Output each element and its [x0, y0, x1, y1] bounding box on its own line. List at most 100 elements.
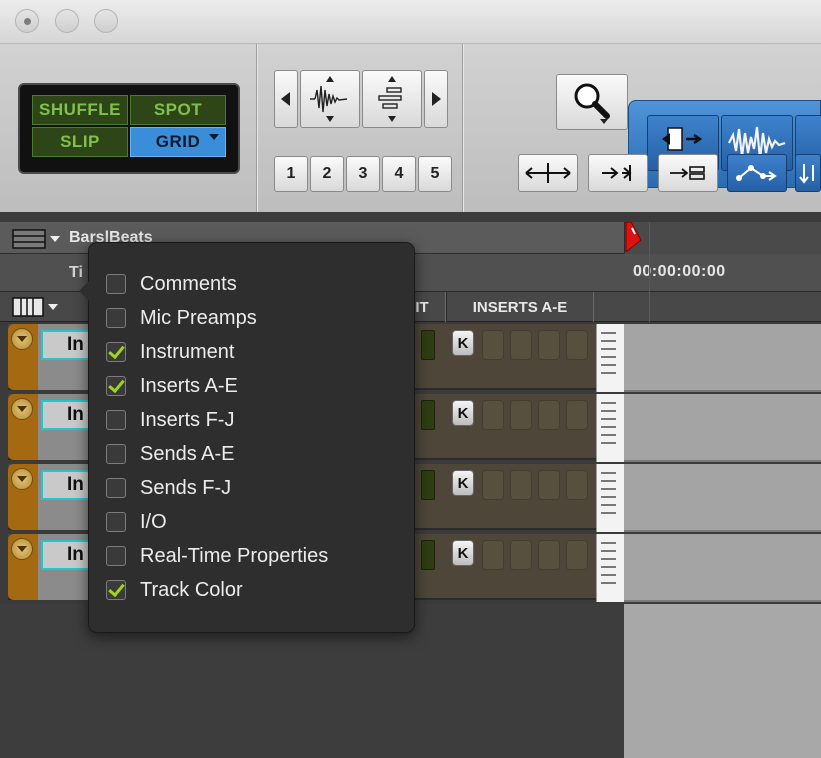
zoomer-tool-button[interactable]: [556, 74, 628, 130]
view-menu-item-sends-a-e[interactable]: Sends A-E: [89, 437, 414, 471]
zoom-forward-button[interactable]: [424, 70, 448, 128]
checkbox-icon[interactable]: [106, 580, 126, 600]
view-menu-item-comments[interactable]: Comments: [89, 267, 414, 301]
column-view-icon[interactable]: [12, 296, 62, 318]
menu-item-label: Inserts F-J: [140, 408, 235, 431]
insert-plugin-button[interactable]: K: [452, 540, 474, 566]
track-color-bar: [8, 324, 38, 390]
menu-item-label: Sends F-J: [140, 476, 232, 499]
magnifier-icon: [574, 83, 610, 124]
insert-slot[interactable]: [510, 540, 532, 570]
insert-slot[interactable]: [482, 400, 504, 430]
insert-slot[interactable]: [566, 400, 588, 430]
ruler-timeline[interactable]: [624, 222, 821, 254]
checkbox-icon[interactable]: [106, 512, 126, 532]
insert-slot[interactable]: [538, 400, 560, 430]
tool-cluster: [628, 100, 821, 188]
checkbox-icon[interactable]: [106, 410, 126, 430]
keyboard-icon: [596, 324, 624, 392]
view-menu-item-sends-f-j[interactable]: Sends F-J: [89, 471, 414, 505]
zoom-preset-1-button[interactable]: 1: [274, 156, 308, 192]
zoom-preset-2-button[interactable]: 2: [310, 156, 344, 192]
insert-slot[interactable]: [566, 540, 588, 570]
midi-notes-zoom-icon: [378, 76, 402, 122]
edit-window-view-menu: Comments Mic Preamps Instrument Inserts A-E…: [79, 242, 415, 633]
view-menu-item-i-o[interactable]: I/O: [89, 505, 414, 539]
menu-item-label: Track Color: [140, 578, 243, 601]
cursor-tool-b[interactable]: [588, 154, 648, 192]
keyboard-icon: [596, 534, 624, 602]
zoom-preset-5-button[interactable]: 5: [418, 156, 452, 192]
expand-arrows-icon: [525, 163, 571, 183]
insert-plugin-button[interactable]: K: [452, 330, 474, 356]
cursor-tool-c[interactable]: [658, 154, 718, 192]
insert-slot[interactable]: [510, 470, 532, 500]
menu-item-label: Comments: [140, 272, 237, 295]
view-menu-item-instrument[interactable]: Instrument: [89, 335, 414, 369]
checkbox-icon[interactable]: [106, 376, 126, 396]
edit-toolbar: SHUFFLE SPOT SLIP GRID 12345: [0, 44, 821, 212]
checkbox-icon[interactable]: [106, 444, 126, 464]
insert-slot[interactable]: [538, 330, 560, 360]
ruler-view-icon[interactable]: [12, 228, 62, 250]
move-to-stack-icon: [670, 166, 705, 180]
checkbox-icon[interactable]: [106, 274, 126, 294]
view-menu-item-inserts-a-e[interactable]: Inserts A-E: [89, 369, 414, 403]
view-menu-item-track-color[interactable]: Track Color: [89, 573, 414, 607]
playhead-marker-icon[interactable]: [625, 222, 641, 252]
automation-follows-edit-button[interactable]: [727, 154, 787, 192]
checkbox-icon[interactable]: [106, 342, 126, 362]
zoom-window-button[interactable]: [94, 9, 118, 33]
checkbox-icon[interactable]: [106, 478, 126, 498]
insert-plugin-button[interactable]: K: [452, 400, 474, 426]
keyboard-icon: [596, 464, 624, 532]
empty-timeline-area: [624, 604, 821, 758]
zoom-preset-4-button[interactable]: 4: [382, 156, 416, 192]
insert-slot[interactable]: [538, 540, 560, 570]
keyboard-icon: [596, 394, 624, 462]
insert-slot[interactable]: [482, 330, 504, 360]
track-playlist-lane[interactable]: [624, 464, 821, 532]
track-options-icon[interactable]: [11, 538, 33, 560]
zoom-back-button[interactable]: [274, 70, 298, 128]
close-window-button[interactable]: [15, 9, 39, 33]
insert-slot[interactable]: [538, 470, 560, 500]
instrument-meter: [421, 540, 435, 570]
cursor-tool-a[interactable]: [518, 154, 578, 192]
insert-slot[interactable]: [510, 400, 532, 430]
track-options-icon[interactable]: [11, 398, 33, 420]
insert-slot[interactable]: [566, 330, 588, 360]
edit-mode-spot-button[interactable]: SPOT: [130, 95, 226, 125]
track-options-icon[interactable]: [11, 468, 33, 490]
insert-slot[interactable]: [566, 470, 588, 500]
track-color-bar: [8, 534, 38, 600]
menu-item-label: I/O: [140, 510, 167, 533]
menu-item-label: Real-Time Properties: [140, 544, 329, 567]
edit-mode-slip-button[interactable]: SLIP: [32, 127, 128, 157]
view-menu-item-real-time-properties[interactable]: Real-Time Properties: [89, 539, 414, 573]
track-playlist-lane[interactable]: [624, 534, 821, 602]
checkbox-icon[interactable]: [106, 308, 126, 328]
view-menu-item-inserts-f-j[interactable]: Inserts F-J: [89, 403, 414, 437]
view-menu-item-mic-preamps[interactable]: Mic Preamps: [89, 301, 414, 335]
inserts-column-header[interactable]: INSERTS A-E: [446, 292, 594, 322]
insert-slot[interactable]: [482, 540, 504, 570]
track-playlist-lane[interactable]: [624, 324, 821, 392]
timecode-value: 00:00:00:00: [633, 263, 726, 280]
checkbox-icon[interactable]: [106, 546, 126, 566]
track-options-icon[interactable]: [11, 328, 33, 350]
edit-mode-panel: SHUFFLE SPOT SLIP GRID: [18, 83, 240, 174]
edit-mode-shuffle-button[interactable]: SHUFFLE: [32, 95, 128, 125]
insert-slot[interactable]: [510, 330, 532, 360]
midi-zoom-button[interactable]: [362, 70, 422, 128]
partial-tool-button[interactable]: [795, 154, 821, 192]
audio-zoom-button[interactable]: [300, 70, 360, 128]
minimize-window-button[interactable]: [55, 9, 79, 33]
insert-slot[interactable]: [482, 470, 504, 500]
playhead-line: [649, 222, 650, 322]
chevron-down-icon: [209, 134, 219, 140]
zoom-preset-3-button[interactable]: 3: [346, 156, 380, 192]
insert-plugin-button[interactable]: K: [452, 470, 474, 496]
track-playlist-lane[interactable]: [624, 394, 821, 462]
edit-mode-grid-button[interactable]: GRID: [130, 127, 226, 157]
